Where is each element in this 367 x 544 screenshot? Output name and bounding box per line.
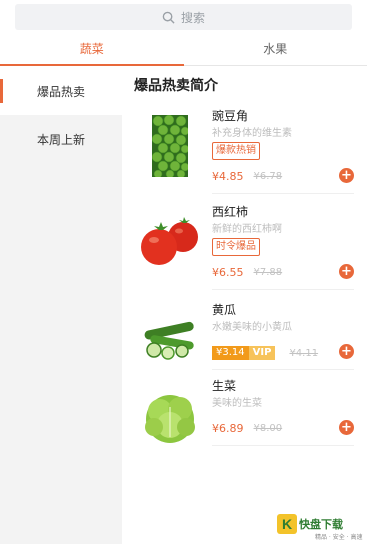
product-price: ¥6.89 bbox=[212, 422, 244, 435]
category-tabs: 蔬菜 水果 bbox=[0, 32, 367, 66]
product-name: 豌豆角 bbox=[212, 109, 249, 123]
product-name: 西红柿 bbox=[212, 205, 249, 219]
product-old-price: ¥4.11 bbox=[289, 347, 319, 359]
watermark-sub: 精品 · 安全 · 高速 bbox=[315, 534, 363, 541]
price-row: ¥6.55 ¥7.88 bbox=[212, 266, 282, 279]
add-to-cart-button[interactable]: + bbox=[339, 344, 354, 359]
vip-badge: ¥3.14 VIP bbox=[212, 346, 276, 360]
product-old-price: ¥6.78 bbox=[253, 171, 283, 182]
product-price: ¥6.55 bbox=[212, 266, 244, 279]
product-image-cucumbers bbox=[134, 304, 206, 376]
search-placeholder: 搜索 bbox=[180, 10, 205, 25]
add-to-cart-button[interactable]: + bbox=[339, 420, 354, 435]
sidebar-item-hot-sale[interactable]: 爆品热卖 bbox=[0, 67, 122, 115]
tab-vegetables[interactable]: 蔬菜 bbox=[0, 32, 184, 66]
product-card[interactable]: 豌豆角 补充身体的维生素 爆款热销 ¥4.85 ¥6.78 + bbox=[134, 102, 354, 194]
product-image-tomatoes bbox=[134, 206, 206, 278]
product-name: 生菜 bbox=[212, 379, 237, 393]
add-to-cart-button[interactable]: + bbox=[339, 264, 354, 279]
product-desc: 水嫩美味的小黄瓜 bbox=[212, 322, 292, 333]
sidebar-item-new-this-week[interactable]: 本周上新 bbox=[0, 115, 122, 163]
tab-fruits[interactable]: 水果 bbox=[184, 32, 367, 65]
product-card[interactable]: 生菜 美味的生菜 ¥6.89 ¥8.00 + bbox=[134, 372, 354, 462]
divider bbox=[212, 193, 354, 194]
product-old-price: ¥8.00 bbox=[253, 423, 283, 434]
product-tag: 爆款热销 bbox=[212, 142, 260, 160]
product-name: 黄瓜 bbox=[212, 303, 237, 317]
watermark: K 快盘下载 精品 · 安全 · 高速 bbox=[277, 514, 362, 541]
price-row: ¥4.85 ¥6.78 bbox=[212, 170, 282, 183]
product-image-peas bbox=[134, 110, 206, 182]
plus-icon: + bbox=[341, 264, 352, 279]
product-image-lettuce bbox=[134, 380, 206, 452]
price-row: ¥3.14 VIP ¥4.11 bbox=[212, 346, 318, 360]
vip-label: VIP bbox=[248, 346, 276, 360]
sidebar: 爆品热卖 本周上新 bbox=[0, 67, 122, 544]
product-desc: 美味的生菜 bbox=[212, 398, 262, 409]
divider bbox=[212, 369, 354, 370]
product-desc: 补充身体的维生素 bbox=[212, 128, 292, 139]
watermark-logo: K bbox=[277, 514, 297, 534]
product-old-price: ¥7.88 bbox=[253, 267, 283, 278]
vip-price: ¥3.14 bbox=[212, 346, 249, 360]
watermark-logo-letter: K bbox=[282, 516, 292, 532]
plus-icon: + bbox=[341, 344, 352, 359]
product-tag: 时令爆品 bbox=[212, 238, 260, 256]
divider bbox=[212, 289, 354, 290]
section-title: 爆品热卖简介 bbox=[134, 78, 218, 94]
plus-icon: + bbox=[341, 168, 352, 183]
search-bar[interactable]: 搜索 bbox=[15, 4, 352, 30]
product-card[interactable]: 西红柿 新鲜的西红柿啊 时令爆品 ¥6.55 ¥7.88 + bbox=[134, 198, 354, 290]
add-to-cart-button[interactable]: + bbox=[339, 168, 354, 183]
plus-icon: + bbox=[341, 420, 352, 435]
watermark-brand: 快盘下载 bbox=[299, 518, 343, 531]
product-desc: 新鲜的西红柿啊 bbox=[212, 224, 282, 235]
product-price: ¥4.85 bbox=[212, 170, 244, 183]
search-icon bbox=[162, 11, 175, 24]
price-row: ¥6.89 ¥8.00 bbox=[212, 422, 282, 435]
divider bbox=[212, 445, 354, 446]
